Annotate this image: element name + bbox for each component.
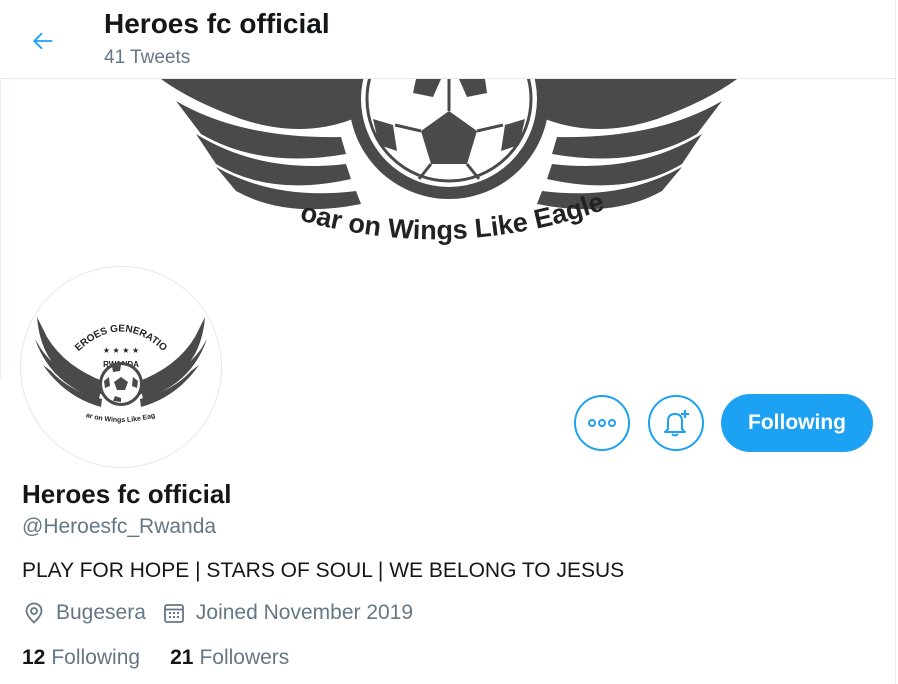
followers-label: Followers [199, 646, 290, 669]
following-label: Following [51, 646, 141, 669]
avatar[interactable]: HEROES GENERATION ★ ★ ★ ★ RWANDA Soar on… [20, 266, 222, 468]
back-button[interactable] [20, 18, 66, 64]
location-text: Bugesera [56, 601, 146, 624]
location-item: Bugesera [22, 601, 146, 625]
joined-text: Joined November 2019 [195, 601, 414, 624]
club-logo-image: HEROES GENERATION ★ ★ ★ ★ RWANDA Soar on… [21, 267, 207, 424]
profile-header: Heroes fc official 41 Tweets [0, 0, 896, 79]
profile-bio: PLAY FOR HOPE | STARS OF SOUL | WE BELON… [22, 559, 625, 582]
following-count: 12 [22, 646, 46, 669]
bell-plus-icon [664, 410, 689, 437]
following-button[interactable]: Following [721, 394, 873, 452]
notifications-button[interactable] [648, 395, 704, 451]
profile-name: Heroes fc official [22, 479, 232, 509]
column-divider [895, 0, 896, 684]
following-stat[interactable]: 12 Following [22, 646, 140, 670]
profile-meta: Bugesera Joined November 2019 [22, 601, 429, 625]
header-title: Heroes fc official [104, 8, 330, 39]
calendar-icon [164, 604, 184, 623]
more-horizontal-icon [588, 419, 616, 427]
location-pin-icon [25, 602, 43, 624]
profile-stats: 12 Following 21 Followers [22, 646, 319, 670]
arrow-left-icon [32, 32, 53, 50]
joined-item: Joined November 2019 [162, 601, 413, 625]
svg-text:★ ★ ★ ★: ★ ★ ★ ★ [103, 346, 139, 355]
profile-handle: @Heroesfc_Rwanda [22, 515, 217, 538]
followers-stat[interactable]: 21 Followers [170, 646, 289, 670]
tweet-count: 41 Tweets [104, 47, 191, 68]
followers-count: 21 [170, 646, 194, 669]
more-options-button[interactable] [574, 395, 630, 451]
